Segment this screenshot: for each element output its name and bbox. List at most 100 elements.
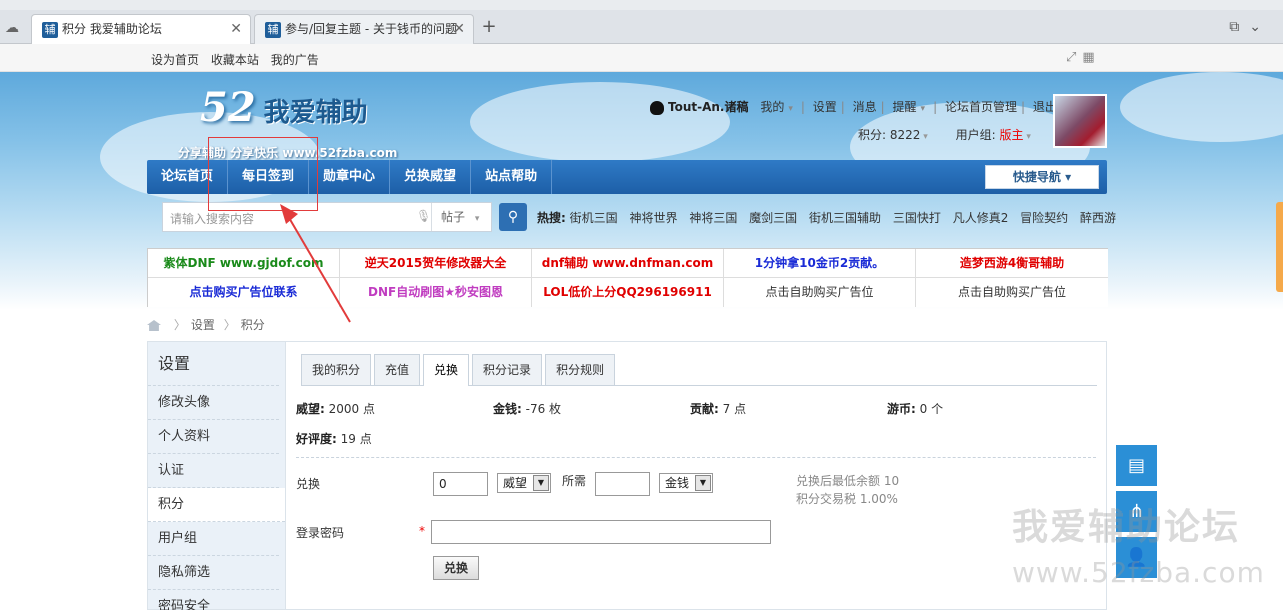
avatar[interactable]: [1053, 94, 1107, 148]
toolbar-icons[interactable]: ⤢▦: [1066, 50, 1101, 65]
post-icon[interactable]: ▤: [1116, 445, 1157, 486]
sidebar-item-credits[interactable]: 积分: [148, 488, 285, 522]
bookmarks-strip: [0, 0, 1283, 10]
browser-tab[interactable]: 辅参与/回复主题 - 关于钱币的问题 ✕: [254, 14, 474, 44]
hot-keyword[interactable]: 凡人修真2: [953, 211, 1009, 225]
set-homepage-link[interactable]: 设为首页: [151, 53, 199, 67]
search-button[interactable]: ⚲: [499, 203, 527, 231]
microphone-icon[interactable]: 🎙: [416, 209, 431, 223]
required-mark: *: [419, 524, 425, 538]
to-unit-select[interactable]: 金钱 ▼: [659, 473, 713, 493]
browser-tab-active[interactable]: 辅积分 我爱辅助论坛 ✕: [31, 14, 251, 45]
sidebar-item-verify[interactable]: 认证: [148, 454, 279, 488]
ad-link[interactable]: 1分钟拿10金币2贡献。: [724, 249, 916, 278]
username-link[interactable]: Tout-An.诸稿: [668, 100, 749, 114]
credits-tabs: 我的积分 充值 兑换 积分记录 积分规则: [301, 354, 1097, 386]
breadcrumb-item[interactable]: 设置: [191, 318, 215, 332]
ad-link[interactable]: 逆天2015贺年修改器大全: [340, 249, 532, 278]
my-ads-link[interactable]: 我的广告: [271, 53, 319, 67]
cloud-decoration: [1120, 72, 1283, 142]
quick-nav-label: 快捷导航: [1012, 170, 1061, 184]
favicon-icon: 辅: [265, 21, 281, 38]
nav-item-help[interactable]: 站点帮助: [471, 160, 553, 194]
admin-link[interactable]: 论坛首页管理: [945, 100, 1017, 114]
messages-link[interactable]: 消息: [853, 100, 877, 114]
from-unit-value: 威望: [503, 476, 528, 490]
logo-number: 52: [200, 84, 256, 131]
stat-prestige: 威望: 2000 点: [296, 402, 375, 416]
hot-keyword[interactable]: 神将世界: [629, 211, 677, 225]
hot-keyword[interactable]: 街机三国: [570, 211, 618, 225]
settings-sidebar: 设置 修改头像 个人资料 认证 积分 用户组 隐私筛选 密码安全: [147, 341, 285, 610]
from-unit-select[interactable]: 威望 ▼: [497, 473, 551, 493]
chevron-down-icon: ▾: [1065, 170, 1072, 184]
hot-search: 热搜: 街机三国 神将世界 神将三国 魔剑三国 街机三国辅助 三国快打 凡人修真…: [537, 209, 1124, 226]
sidebar-item-usergroup[interactable]: 用户组: [148, 522, 279, 556]
sidebar-item-privacy[interactable]: 隐私筛选: [148, 556, 279, 590]
notifications-link[interactable]: 提醒: [893, 100, 917, 114]
hot-keyword[interactable]: 三国快打: [893, 211, 941, 225]
site-header: 52 我爱辅助 分享辅助 分享快乐 www.52fzba.com Tout-An.…: [0, 72, 1283, 310]
credits-panel: 我的积分 充值 兑换 积分记录 积分规则 威望: 2000 点 金钱: -76 …: [285, 341, 1107, 610]
cloud-decoration: [470, 82, 730, 162]
settings-link[interactable]: 设置: [813, 100, 837, 114]
browser-cloud-icon[interactable]: ☁: [5, 20, 21, 36]
new-tab-button[interactable]: +: [478, 16, 500, 40]
browser-tabstrip: ☁ 辅积分 我爱辅助论坛 ✕ 辅参与/回复主题 - 关于钱币的问题 ✕ + ⧉⌄: [0, 0, 1283, 45]
sidebar-item-profile[interactable]: 个人资料: [148, 420, 279, 454]
tab-exchange[interactable]: 兑换: [423, 354, 470, 386]
nav-item-medals[interactable]: 勋章中心: [309, 160, 391, 194]
watermark-url: www.52fzba.com: [1012, 556, 1265, 589]
annotation-arrow: [280, 204, 351, 323]
stat-game-coins: 游币: 0 个: [887, 402, 944, 416]
ad-link[interactable]: 点击自助购买广告位: [916, 278, 1108, 307]
site-logo[interactable]: 52 我爱辅助 分享辅助 分享快乐 www.52fzba.com: [178, 84, 397, 160]
divider: [296, 457, 1096, 458]
tab-credit-log[interactable]: 积分记录: [472, 354, 543, 385]
ad-link[interactable]: LOL低价上分QQ296196911: [532, 278, 724, 307]
ad-link[interactable]: dnf辅助 www.dnfman.com: [532, 249, 724, 278]
nav-item-exchange[interactable]: 兑换威望: [390, 160, 472, 194]
breadcrumb: 〉设置 〉积分: [147, 316, 265, 333]
hot-keyword[interactable]: 街机三国辅助: [809, 211, 881, 225]
tab-credit-rules[interactable]: 积分规则: [545, 354, 616, 385]
chevron-down-icon: ▼: [695, 475, 711, 491]
password-input[interactable]: [431, 520, 771, 544]
qq-penguin-icon: [650, 100, 664, 115]
user-stats: 积分: 8222 ▾ 用户组: 版主 ▾: [858, 128, 1031, 142]
exchange-amount-input[interactable]: 0: [433, 472, 488, 496]
tab-recharge[interactable]: 充值: [374, 354, 421, 385]
my-menu-link[interactable]: 我的: [760, 100, 784, 114]
hot-keyword[interactable]: 神将三国: [689, 211, 737, 225]
search-icon: ⚲: [507, 209, 519, 225]
points-link[interactable]: 积分: 8222: [858, 128, 920, 142]
quick-nav-button[interactable]: 快捷导航 ▾: [985, 165, 1099, 189]
tab-my-credits[interactable]: 我的积分: [301, 354, 372, 385]
ad-link[interactable]: DNF自动刷图★秒安图恩: [340, 278, 532, 307]
feedback-tab[interactable]: [1276, 202, 1283, 292]
breadcrumb-item[interactable]: 积分: [241, 318, 265, 332]
home-icon[interactable]: [147, 320, 161, 331]
browser-menu-icons[interactable]: ⧉⌄: [1229, 19, 1271, 35]
need-value-input[interactable]: [595, 472, 650, 496]
site-toplinks: 设为首页 收藏本站 我的广告 ⤢▦: [0, 44, 1283, 72]
hot-keyword[interactable]: 冒险契约: [1020, 211, 1068, 225]
sidebar-item-avatar[interactable]: 修改头像: [148, 386, 279, 420]
group-value[interactable]: 版主: [1000, 128, 1024, 142]
sidebar-title: 设置: [148, 342, 279, 386]
stat-money: 金钱: -76 枚: [493, 402, 562, 416]
group-label: 用户组:: [955, 128, 996, 142]
hot-keyword[interactable]: 醉西游: [1080, 211, 1116, 225]
exchange-submit-button[interactable]: 兑换: [433, 556, 479, 580]
need-label: 所需: [562, 474, 587, 488]
ad-link[interactable]: 点击自助购买广告位: [724, 278, 916, 307]
ad-link[interactable]: 造梦西游4衡哥辅助: [916, 249, 1108, 278]
password-label: 登录密码: [296, 526, 345, 540]
search-type-select[interactable]: 帖子 ▾: [431, 203, 491, 231]
bookmark-site-link[interactable]: 收藏本站: [211, 53, 259, 67]
close-icon[interactable]: ✕: [453, 15, 465, 43]
search-placeholder: 请输入搜索内容: [170, 212, 255, 226]
close-icon[interactable]: ✕: [230, 15, 242, 43]
hot-keyword[interactable]: 魔剑三国: [749, 211, 797, 225]
sidebar-item-password[interactable]: 密码安全: [148, 590, 279, 610]
